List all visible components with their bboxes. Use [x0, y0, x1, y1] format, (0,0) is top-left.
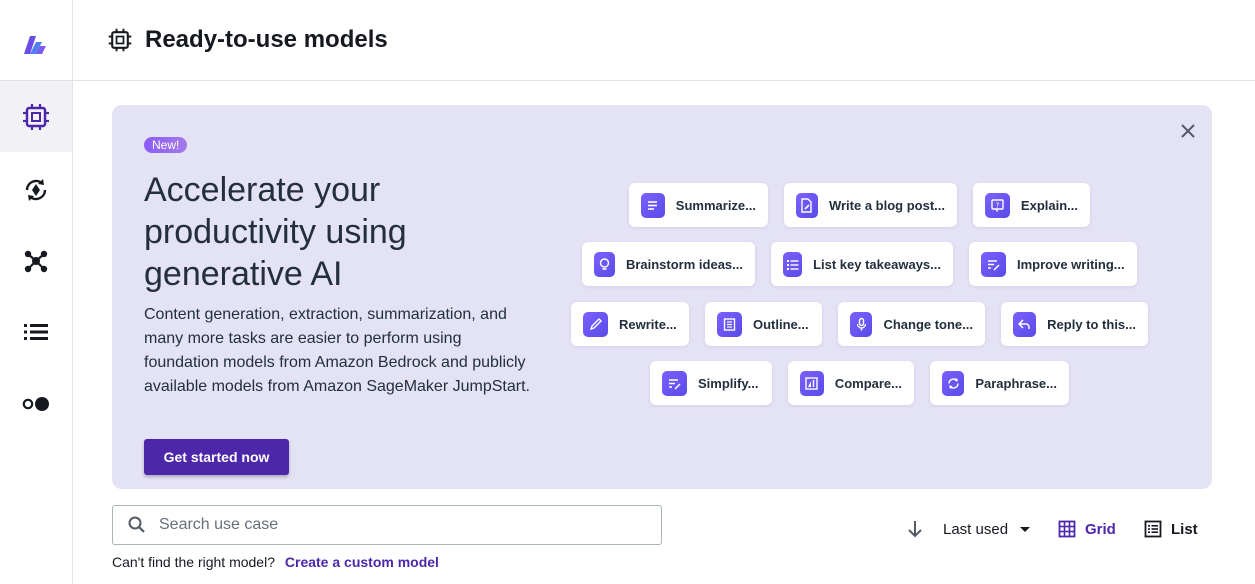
chip-outline[interactable]: Outline... — [705, 302, 822, 346]
sidebar-item-ready-to-use-models[interactable] — [0, 81, 72, 152]
chip-label: Simplify... — [698, 375, 759, 391]
chip-simplify[interactable]: Simplify... — [650, 361, 772, 405]
chip-label: Outline... — [753, 316, 809, 332]
grid-view-label: Grid — [1085, 520, 1116, 538]
chip-label: Improve writing... — [1017, 256, 1125, 272]
reply-icon — [1013, 311, 1037, 337]
grid-view-button[interactable]: Grid — [1058, 518, 1116, 540]
banner-heading: Accelerate your productivity using gener… — [144, 171, 407, 293]
chip-summarize[interactable]: Summarize... — [629, 183, 768, 227]
chip-paraphrase[interactable]: Paraphrase... — [930, 361, 1069, 405]
chip-reply-to-this[interactable]: Reply to this... — [1001, 302, 1148, 346]
close-banner-button[interactable] — [1176, 119, 1200, 143]
page-header: Ready-to-use models — [73, 0, 1255, 81]
chip-label: List key takeaways... — [813, 256, 941, 272]
chip-icon — [23, 103, 49, 130]
chip-compare[interactable]: Compare... — [788, 361, 914, 405]
chip-label: Change tone... — [883, 316, 973, 332]
search-input[interactable] — [159, 516, 639, 534]
sidebar — [0, 0, 73, 584]
chip-label: Summarize... — [675, 197, 756, 213]
sidebar-item-network[interactable] — [0, 225, 72, 296]
simplify-icon — [662, 370, 687, 396]
toggle-icon — [22, 396, 49, 411]
list-icon — [24, 323, 48, 340]
chip-improve-writing[interactable]: Improve writing... — [969, 242, 1137, 286]
chip-list-key-takeaways[interactable]: List key takeaways... — [771, 242, 953, 286]
sidebar-item-refresh[interactable] — [0, 154, 72, 225]
create-custom-model-link[interactable]: Create a custom model — [285, 554, 439, 570]
chip-label: Explain... — [1020, 197, 1078, 213]
outline-icon — [717, 311, 742, 337]
search-field[interactable] — [112, 505, 662, 545]
list-view-icon — [1144, 520, 1162, 538]
edit-lines-icon — [981, 251, 1006, 277]
bullet-list-icon — [783, 251, 803, 277]
chip-label: Paraphrase... — [975, 375, 1057, 391]
chip-label: Compare... — [834, 375, 902, 391]
arrow-down-icon — [908, 521, 922, 538]
grid-icon — [1058, 520, 1076, 538]
compare-icon — [800, 370, 824, 396]
question-icon: ? — [985, 192, 1010, 218]
cycle-icon — [942, 370, 965, 396]
pencil-icon — [583, 311, 608, 337]
sidebar-item-list[interactable] — [0, 296, 72, 367]
list-view-label: List — [1171, 520, 1198, 538]
list-view-button[interactable]: List — [1144, 518, 1198, 540]
page-title: Ready-to-use models — [145, 26, 388, 53]
caret-down-icon — [1020, 527, 1031, 532]
sort-select-value: Last used — [943, 520, 1009, 538]
chip-rewrite[interactable]: Rewrite... — [571, 302, 689, 346]
network-icon — [24, 250, 48, 272]
custom-model-helper: Can't find the right model? Create a cus… — [112, 554, 439, 570]
sort-direction-button[interactable] — [904, 518, 926, 540]
chip-change-tone[interactable]: Change tone... — [838, 302, 985, 346]
close-icon — [1181, 124, 1195, 138]
chip-write-blog-post[interactable]: Write a blog post... — [784, 183, 957, 227]
promo-banner: New! Accelerate your productivity using … — [112, 105, 1212, 489]
sidebar-item-toggle[interactable] — [0, 368, 72, 439]
get-started-button[interactable]: Get started now — [144, 439, 289, 475]
chip-icon — [108, 28, 132, 52]
chip-brainstorm-ideas[interactable]: Brainstorm ideas... — [582, 242, 755, 286]
lightbulb-icon — [594, 251, 615, 277]
chip-label: Reply to this... — [1047, 316, 1136, 332]
helper-text: Can't find the right model? — [112, 554, 275, 570]
chip-label: Write a blog post... — [828, 197, 945, 213]
refresh-target-icon — [25, 178, 47, 201]
new-badge: New! — [144, 137, 188, 153]
document-lines-icon — [641, 192, 665, 218]
canvas-logo-icon[interactable] — [20, 28, 50, 60]
chip-explain[interactable]: ? Explain... — [973, 183, 1090, 227]
sort-select[interactable]: Last used — [943, 518, 1032, 540]
search-icon — [128, 516, 145, 533]
chip-label: Brainstorm ideas... — [625, 256, 743, 272]
chip-label: Rewrite... — [619, 316, 677, 332]
banner-description: Content generation, extraction, summariz… — [144, 306, 530, 395]
microphone-icon — [850, 311, 873, 337]
svg-text:?: ? — [996, 201, 1000, 209]
document-pen-icon — [796, 192, 818, 218]
